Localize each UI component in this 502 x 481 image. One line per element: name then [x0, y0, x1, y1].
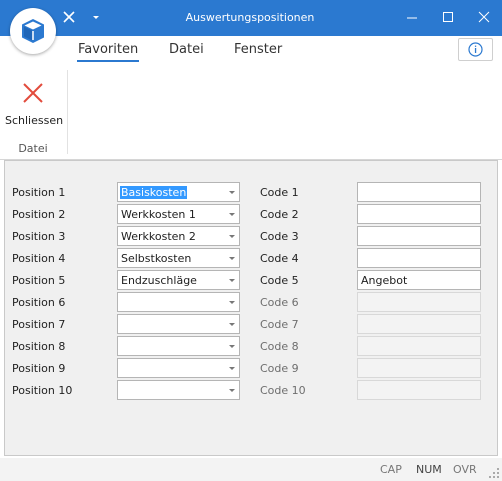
num-lock-indicator: NUM — [416, 463, 442, 476]
position-label: Position 3 — [12, 230, 66, 243]
box-icon — [22, 19, 44, 43]
position-label: Position 2 — [12, 208, 66, 221]
code-value: Angebot — [361, 274, 408, 287]
position-combo[interactable] — [117, 380, 240, 400]
title-bar: Auswertungspositionen — [0, 0, 502, 36]
position-combo[interactable]: Endzuschläge — [117, 270, 240, 290]
code-field[interactable] — [357, 182, 481, 202]
dropdown-arrow-icon[interactable] — [229, 345, 235, 348]
minimize-button[interactable] — [394, 0, 430, 36]
dropdown-arrow-icon[interactable] — [229, 279, 235, 282]
position-combo[interactable] — [117, 336, 240, 356]
position-label: Position 5 — [12, 274, 66, 287]
dropdown-arrow-icon[interactable] — [229, 301, 235, 304]
combo-value: Werkkosten 1 — [121, 208, 196, 221]
window-title: Auswertungspositionen — [185, 11, 315, 24]
status-bar: CAP NUM OVR — [0, 458, 502, 481]
position-label: Position 7 — [12, 318, 66, 331]
position-label: Position 9 — [12, 362, 66, 375]
position-combo[interactable]: Basiskosten — [117, 182, 240, 202]
combo-value: Selbstkosten — [121, 252, 192, 265]
maximize-button[interactable] — [430, 0, 466, 36]
dropdown-arrow-icon[interactable] — [229, 213, 235, 216]
code-label: Code 4 — [260, 252, 299, 265]
tab-fenster[interactable]: Fenster — [234, 42, 282, 57]
resize-grip-icon[interactable] — [489, 468, 499, 478]
close-button[interactable]: Schliessen — [5, 72, 64, 132]
maximize-icon — [443, 12, 453, 22]
dropdown-arrow-icon[interactable] — [229, 389, 235, 392]
position-label: Position 4 — [12, 252, 66, 265]
code-field[interactable] — [357, 226, 481, 246]
info-button[interactable] — [458, 38, 493, 61]
close-button-label: Schliessen — [5, 114, 64, 127]
position-label: Position 6 — [12, 296, 66, 309]
code-label: Code 3 — [260, 230, 299, 243]
code-field — [357, 314, 481, 334]
dropdown-arrow-icon[interactable] — [229, 257, 235, 260]
ribbon-tabs: Favoriten Datei Fenster — [0, 36, 502, 64]
position-combo[interactable]: Werkkosten 2 — [117, 226, 240, 246]
code-label: Code 5 — [260, 274, 299, 287]
combo-value: Basiskosten — [120, 186, 188, 199]
position-combo[interactable]: Werkkosten 1 — [117, 204, 240, 224]
code-field[interactable] — [357, 204, 481, 224]
dropdown-arrow-icon[interactable] — [229, 323, 235, 326]
combo-value: Endzuschläge — [121, 274, 197, 287]
position-label: Position 10 — [12, 384, 73, 397]
code-label: Code 2 — [260, 208, 299, 221]
close-icon — [478, 11, 490, 23]
position-label: Position 8 — [12, 340, 66, 353]
minimize-icon — [407, 17, 417, 19]
code-label: Code 6 — [260, 296, 299, 309]
position-combo[interactable] — [117, 292, 240, 312]
ribbon-group-separator — [67, 70, 68, 154]
dropdown-arrow-icon[interactable] — [229, 367, 235, 370]
code-label: Code 9 — [260, 362, 299, 375]
dropdown-arrow-icon[interactable] — [229, 191, 235, 194]
tab-favoriten[interactable]: Favoriten — [76, 42, 140, 62]
position-combo[interactable] — [117, 314, 240, 334]
overwrite-indicator: OVR — [453, 463, 477, 476]
position-combo[interactable] — [117, 358, 240, 378]
code-field[interactable] — [357, 248, 481, 268]
app-logo[interactable] — [10, 8, 56, 54]
combo-value: Werkkosten 2 — [121, 230, 196, 243]
info-icon — [468, 42, 483, 57]
ribbon-group-label: Datei — [18, 142, 48, 155]
caps-lock-indicator: CAP — [380, 463, 402, 476]
close-icon — [23, 83, 43, 103]
quick-access-dropdown-icon[interactable] — [89, 10, 103, 24]
position-label: Position 1 — [12, 186, 66, 199]
code-field — [357, 380, 481, 400]
code-field[interactable]: Angebot — [357, 270, 481, 290]
close-window-button[interactable] — [466, 0, 502, 36]
code-label: Code 8 — [260, 340, 299, 353]
dropdown-arrow-icon[interactable] — [229, 235, 235, 238]
close-x-icon[interactable] — [60, 8, 78, 26]
code-field — [357, 358, 481, 378]
code-label: Code 10 — [260, 384, 306, 397]
code-field — [357, 292, 481, 312]
ribbon-panel: Schliessen Datei — [0, 64, 502, 160]
tab-datei[interactable]: Datei — [169, 42, 204, 57]
code-label: Code 7 — [260, 318, 299, 331]
code-field — [357, 336, 481, 356]
position-combo[interactable]: Selbstkosten — [117, 248, 240, 268]
code-label: Code 1 — [260, 186, 299, 199]
